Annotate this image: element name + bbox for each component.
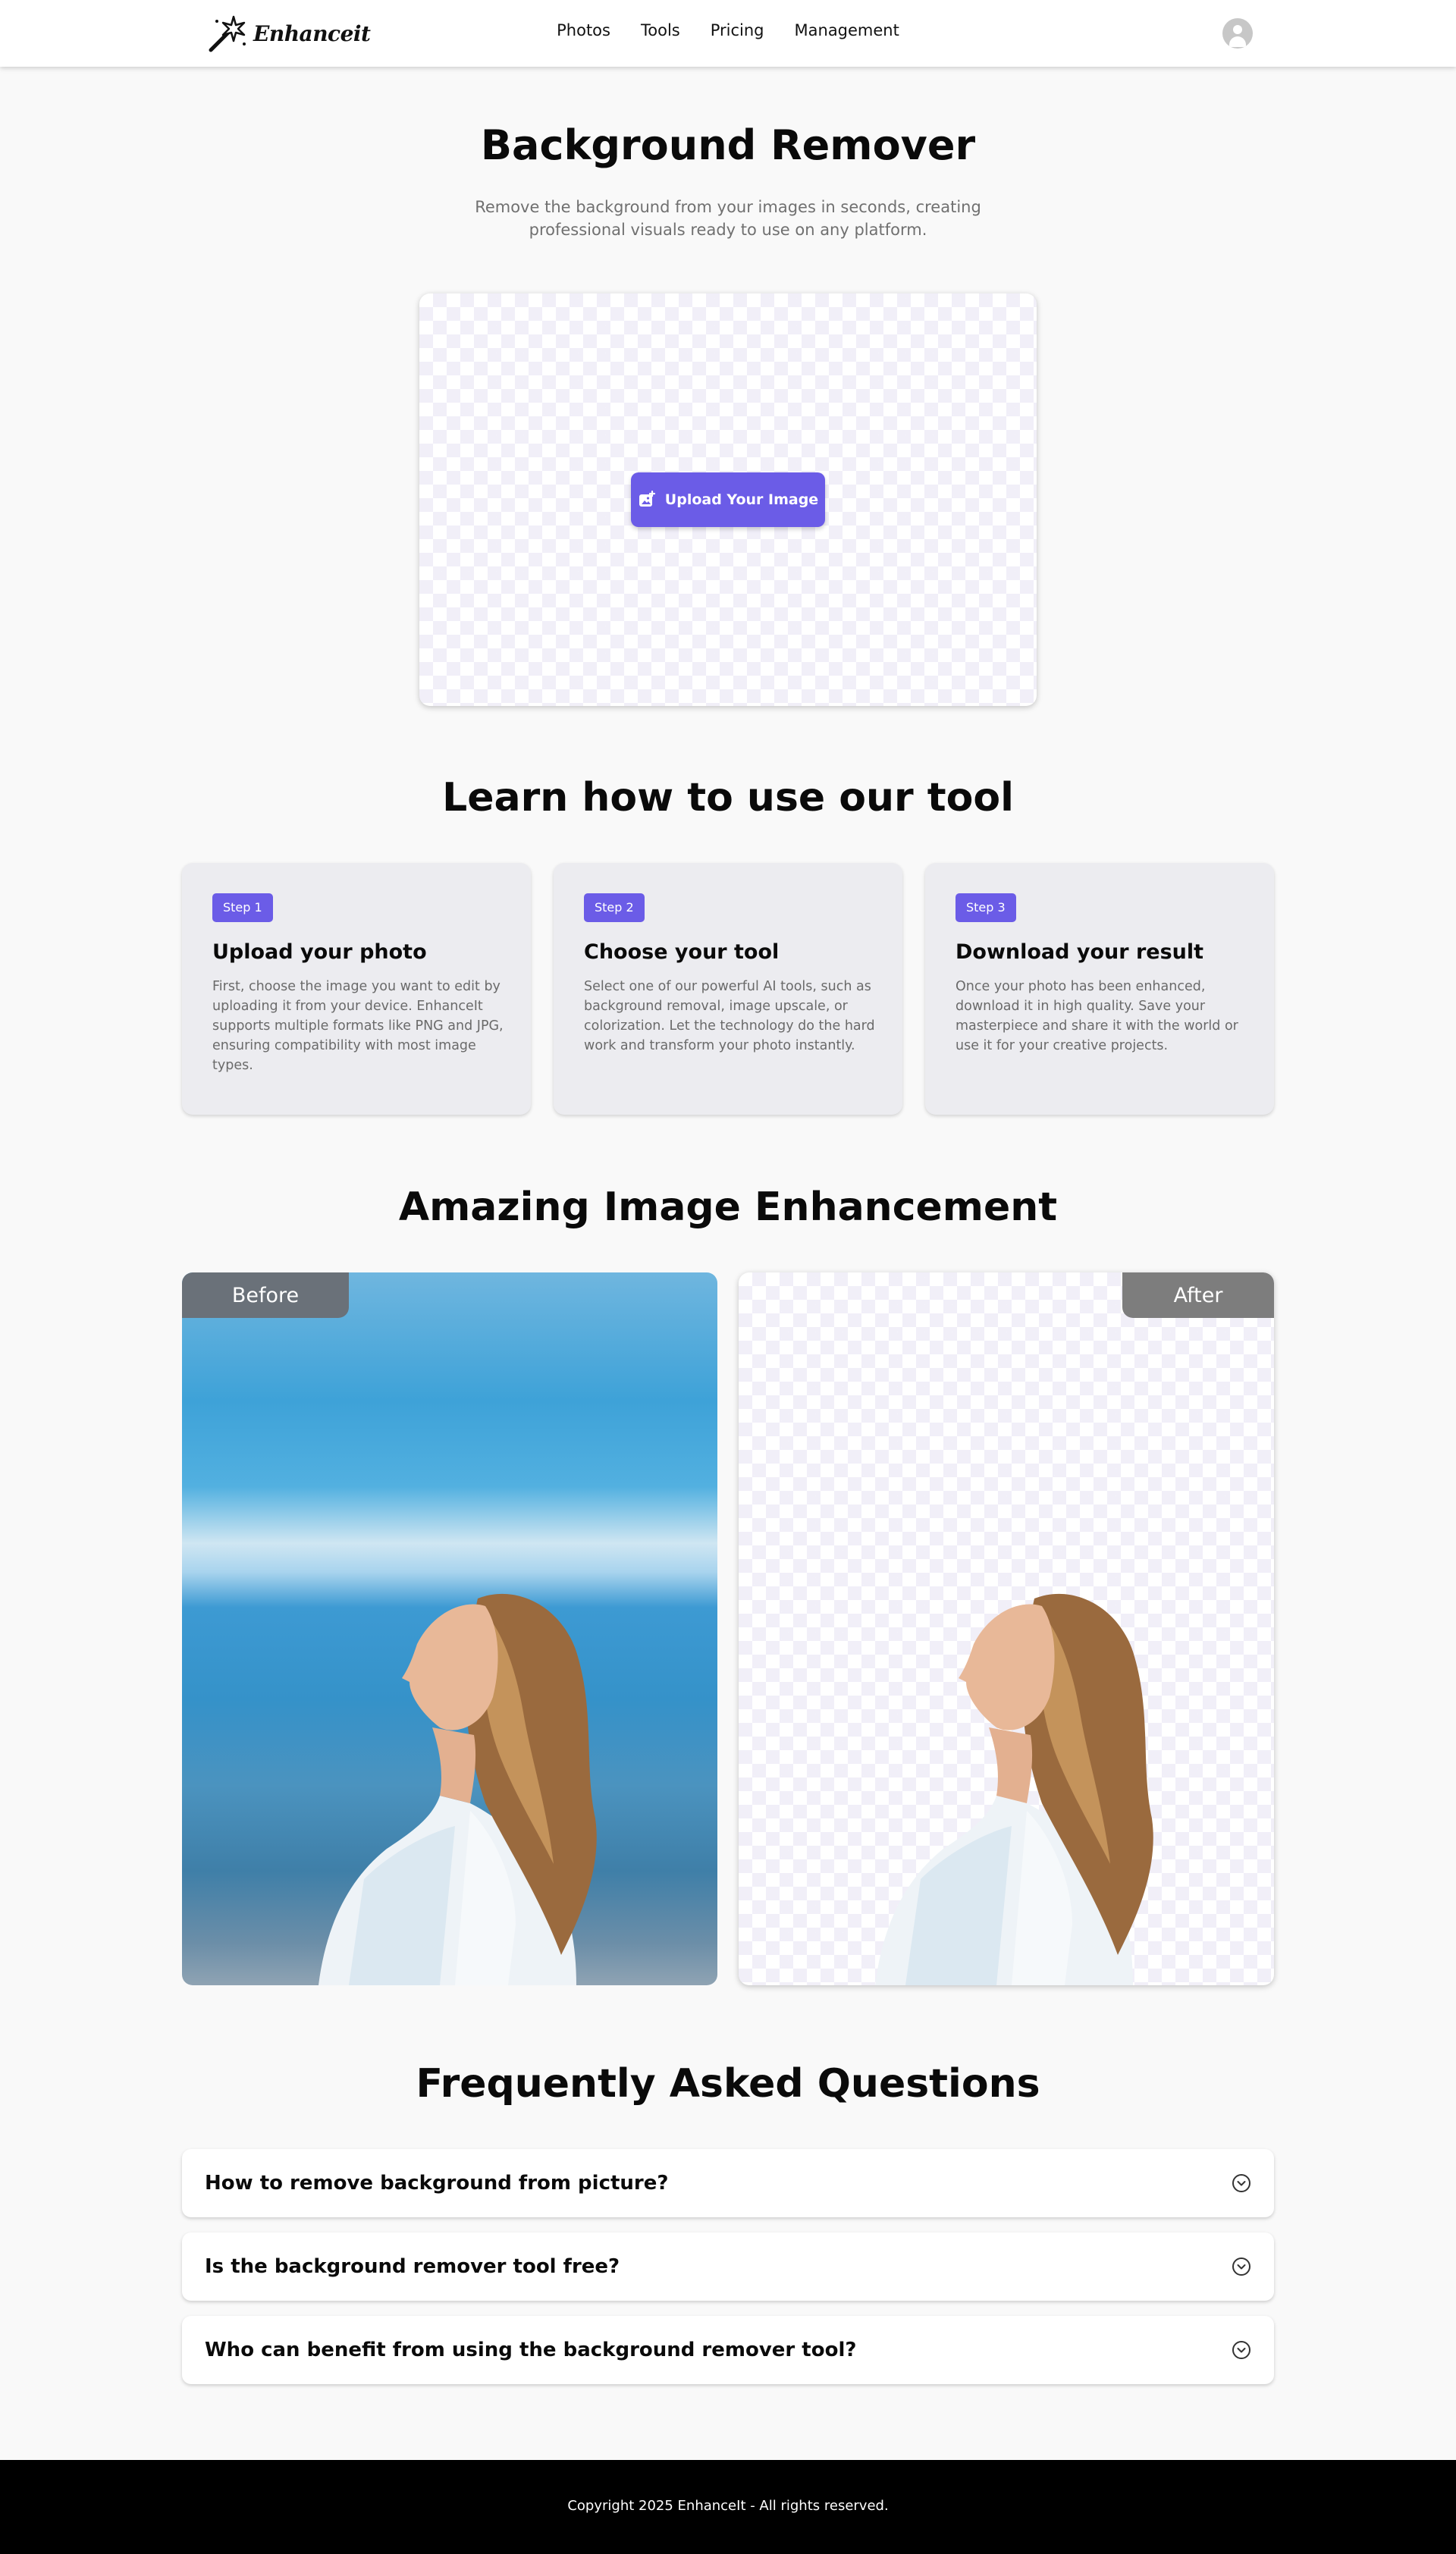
step-badge: Step 3 — [956, 893, 1016, 922]
faq-item[interactable]: How to remove background from picture? — [182, 2149, 1274, 2217]
nav-tools[interactable]: Tools — [641, 21, 680, 39]
image-add-icon — [639, 491, 655, 507]
user-icon — [1233, 25, 1242, 34]
faq-question: Who can benefit from using the backgroun… — [205, 2339, 857, 2361]
steps-title: Learn how to use our tool — [442, 775, 1014, 820]
compare-title: Amazing Image Enhancement — [398, 1184, 1058, 1230]
nav-pricing[interactable]: Pricing — [711, 21, 764, 39]
user-icon-body — [1229, 36, 1246, 47]
site-footer: Copyright 2025 EnhanceIt - All rights re… — [0, 2460, 1456, 2554]
page-subtitle: Remove the background from your images i… — [475, 198, 981, 239]
nav-management[interactable]: Management — [795, 21, 899, 39]
step-badge: Step 2 — [584, 893, 645, 922]
page-title: Background Remover — [480, 121, 976, 169]
step-badge: Step 1 — [212, 893, 273, 922]
site-header: Enhanceit Photos Tools Pricing Managemen… — [0, 0, 1456, 67]
step-card: Step 3 Download your result Once your ph… — [925, 863, 1274, 1115]
nav-photos[interactable]: Photos — [557, 21, 610, 39]
upload-image-label: Upload Your Image — [664, 491, 819, 508]
before-image: Before — [182, 1272, 717, 1985]
faq-question: How to remove background from picture? — [205, 2172, 669, 2195]
step-title: Choose your tool — [584, 940, 780, 964]
woman-photo — [318, 1593, 597, 1985]
step-description: Select one of our powerful AI tools, suc… — [584, 979, 875, 1053]
upload-image-button[interactable]: Upload Your Image — [631, 472, 825, 527]
step-card: Step 1 Upload your photo First, choose t… — [182, 863, 531, 1115]
step-title: Upload your photo — [212, 940, 427, 964]
faq-title: Frequently Asked Questions — [416, 2061, 1040, 2107]
step-description: First, choose the image you want to edit… — [212, 979, 504, 1073]
after-label: After — [1122, 1272, 1274, 1318]
faq-item[interactable]: Who can benefit from using the backgroun… — [182, 2316, 1274, 2384]
woman-cutout — [875, 1593, 1153, 1985]
user-avatar[interactable] — [1222, 18, 1253, 49]
step-card: Step 2 Choose your tool Select one of ou… — [554, 863, 902, 1115]
chevron-down-circle-icon[interactable] — [1232, 2340, 1251, 2360]
copyright-text: Copyright 2025 EnhanceIt - All rights re… — [567, 2498, 889, 2514]
faq-item[interactable]: Is the background remover tool free? — [182, 2232, 1274, 2301]
step-description: Once your photo has been enhanced, downl… — [956, 979, 1238, 1053]
before-label: Before — [182, 1272, 349, 1318]
chevron-down-circle-icon[interactable] — [1232, 2257, 1251, 2276]
faq-question: Is the background remover tool free? — [205, 2255, 620, 2278]
after-image: After — [739, 1272, 1274, 1985]
step-title: Download your result — [956, 940, 1204, 964]
chevron-down-circle-icon[interactable] — [1232, 2173, 1251, 2193]
